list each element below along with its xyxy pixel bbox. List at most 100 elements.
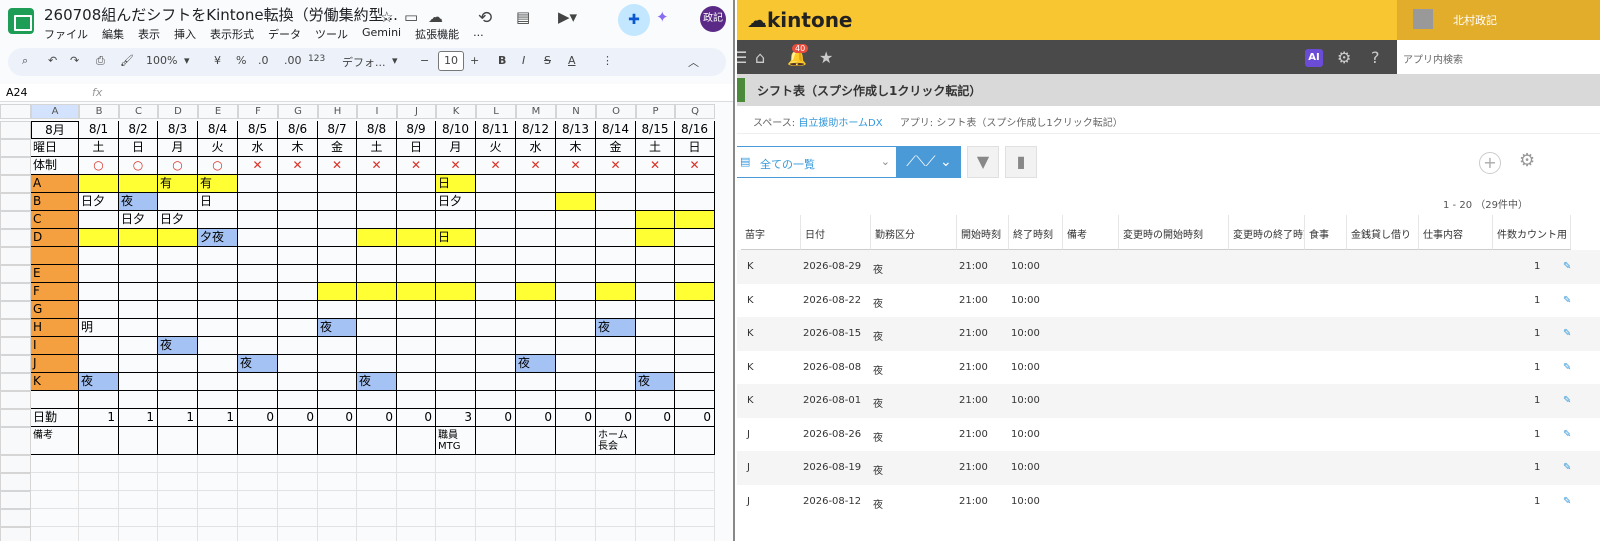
cell[interactable]: [596, 193, 636, 211]
row-label-cell[interactable]: 体制: [31, 157, 79, 175]
breadcrumb-app[interactable]: アプリ: シフト表（スプシ作成し1クリック転記）: [900, 118, 1123, 129]
cell[interactable]: [198, 211, 238, 229]
cell[interactable]: [357, 391, 397, 409]
cell[interactable]: [158, 427, 198, 455]
cell[interactable]: [675, 527, 715, 541]
cell[interactable]: [79, 301, 119, 319]
cell[interactable]: [636, 391, 675, 409]
cell[interactable]: [198, 373, 238, 391]
cell[interactable]: [318, 391, 357, 409]
cell[interactable]: [556, 283, 596, 301]
cell[interactable]: [636, 427, 675, 455]
cell[interactable]: [636, 491, 675, 509]
cell[interactable]: 夜: [119, 193, 158, 211]
row-label-cell[interactable]: [31, 491, 79, 509]
cell[interactable]: 3: [436, 409, 476, 427]
cell[interactable]: [238, 265, 278, 283]
cell[interactable]: [318, 265, 357, 283]
cell[interactable]: [198, 455, 238, 473]
cell[interactable]: [476, 283, 516, 301]
cell[interactable]: [675, 391, 715, 409]
chart-button[interactable]: ▮: [1005, 146, 1037, 178]
help-icon[interactable]: ?: [1371, 48, 1380, 67]
star-icon[interactable]: ☆: [380, 8, 393, 26]
cell[interactable]: 水: [516, 139, 556, 157]
cell[interactable]: [675, 283, 715, 301]
cell[interactable]: [516, 391, 556, 409]
more-options-icon[interactable]: ⋮: [602, 54, 613, 67]
cell[interactable]: [198, 355, 238, 373]
column-header[interactable]: 苗字: [741, 215, 801, 250]
cell[interactable]: [516, 301, 556, 319]
graph-button[interactable]: ⟋⟍⟋ ⌄: [897, 146, 961, 178]
cell[interactable]: [79, 337, 119, 355]
cell[interactable]: [556, 355, 596, 373]
cell[interactable]: 日: [675, 139, 715, 157]
cell[interactable]: [596, 175, 636, 193]
decrease-font-icon[interactable]: −: [420, 54, 429, 67]
row-header[interactable]: [0, 337, 31, 355]
cell[interactable]: [476, 247, 516, 265]
cell[interactable]: [238, 211, 278, 229]
cell[interactable]: [596, 247, 636, 265]
cell[interactable]: [516, 509, 556, 527]
cell[interactable]: [516, 229, 556, 247]
cell[interactable]: [278, 175, 318, 193]
column-header[interactable]: G: [278, 104, 318, 119]
cell[interactable]: 日夕: [436, 193, 476, 211]
cell[interactable]: 日: [198, 193, 238, 211]
cell[interactable]: [318, 355, 357, 373]
row-label-cell[interactable]: [31, 391, 79, 409]
cell[interactable]: [596, 509, 636, 527]
cell[interactable]: [436, 391, 476, 409]
zoom-select[interactable]: 100%: [146, 54, 177, 67]
row-label-cell[interactable]: B: [31, 193, 79, 211]
menu-icon[interactable]: ☰: [737, 48, 747, 67]
cell[interactable]: [436, 355, 476, 373]
row-label-cell[interactable]: J: [31, 355, 79, 373]
cell[interactable]: [476, 373, 516, 391]
cell[interactable]: ✕: [675, 157, 715, 175]
row-label-cell[interactable]: F: [31, 283, 79, 301]
cell[interactable]: ✕: [596, 157, 636, 175]
cell[interactable]: [357, 211, 397, 229]
cell[interactable]: 0: [476, 409, 516, 427]
column-header[interactable]: M: [516, 104, 556, 119]
bold-icon[interactable]: B: [498, 54, 506, 67]
filter-button[interactable]: ▼: [967, 146, 999, 178]
cell[interactable]: [675, 301, 715, 319]
cell[interactable]: [636, 229, 675, 247]
row-header[interactable]: [0, 391, 31, 409]
cell[interactable]: 1: [198, 409, 238, 427]
cell[interactable]: [675, 175, 715, 193]
cell[interactable]: [158, 319, 198, 337]
cell[interactable]: [397, 283, 436, 301]
cell[interactable]: [476, 355, 516, 373]
cell[interactable]: [158, 491, 198, 509]
share-button[interactable]: ✚: [618, 4, 650, 36]
cell[interactable]: [278, 527, 318, 541]
cell[interactable]: 夜: [238, 355, 278, 373]
document-title[interactable]: 260708組んだシフトをKintone転換（労働集約型...: [44, 4, 398, 25]
home-icon[interactable]: ⌂: [755, 48, 765, 67]
increase-font-icon[interactable]: +: [470, 54, 479, 67]
edit-icon[interactable]: ✎: [1563, 328, 1571, 339]
cell[interactable]: [636, 473, 675, 491]
cell[interactable]: 0: [596, 409, 636, 427]
row-label-cell[interactable]: C: [31, 211, 79, 229]
cell[interactable]: [119, 491, 158, 509]
view-selector[interactable]: ▤ 全ての一覧 ⌄: [737, 146, 897, 178]
cell[interactable]: [476, 509, 516, 527]
edit-icon[interactable]: ✎: [1563, 395, 1571, 406]
cell[interactable]: [119, 391, 158, 409]
cell[interactable]: 0: [636, 409, 675, 427]
menu-item[interactable]: データ: [268, 26, 301, 42]
cell[interactable]: [675, 509, 715, 527]
cell[interactable]: 8/14: [596, 121, 636, 139]
add-record-icon[interactable]: +: [1479, 152, 1501, 174]
cell[interactable]: [636, 455, 675, 473]
cell[interactable]: [278, 319, 318, 337]
row-header[interactable]: [0, 229, 31, 247]
row-header[interactable]: [0, 175, 31, 193]
cell[interactable]: [596, 301, 636, 319]
